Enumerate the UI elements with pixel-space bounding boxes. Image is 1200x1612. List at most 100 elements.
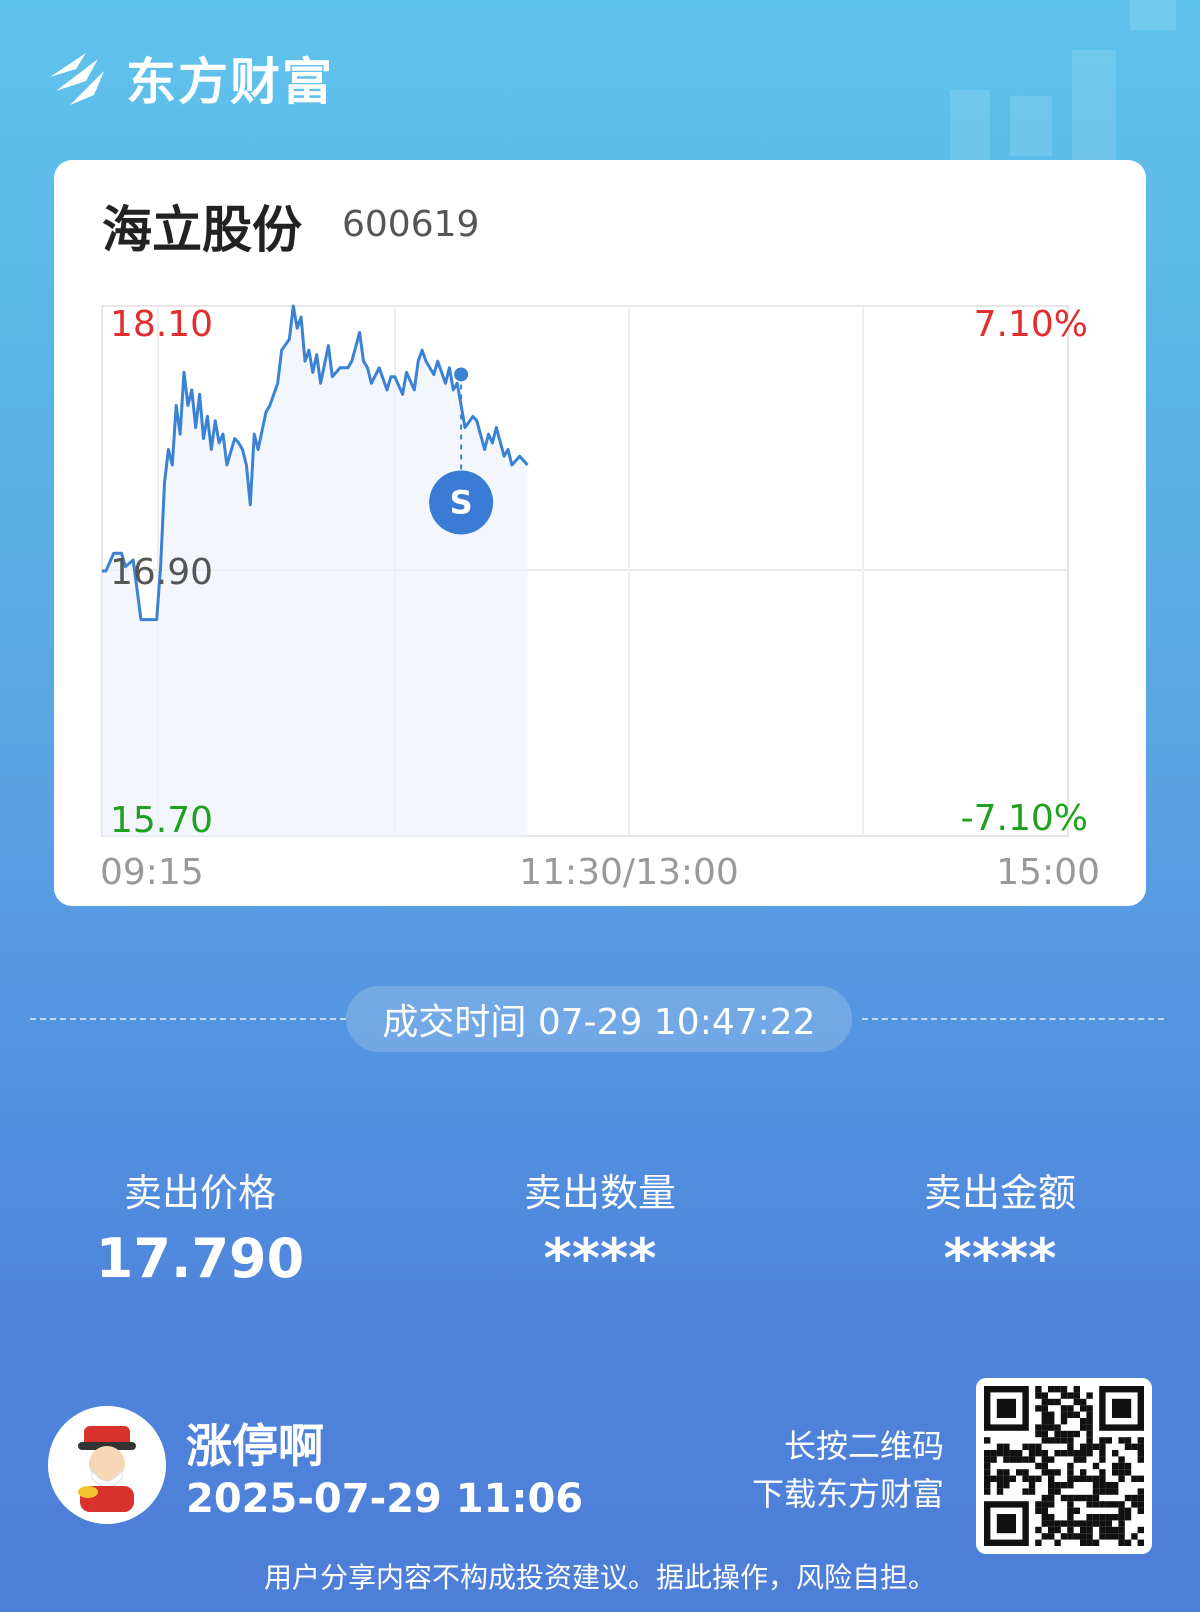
qr-module — [984, 1456, 991, 1463]
qr-module — [1022, 1443, 1029, 1450]
qr-module — [1035, 1526, 1042, 1534]
y-label-mid: 16.90 — [110, 552, 213, 593]
qr-module — [1092, 1514, 1100, 1521]
qr-module — [1099, 1482, 1106, 1489]
intraday-chart[interactable]: 18.10 16.90 15.70 7.10% -7.10% 09:15 11:… — [54, 160, 1146, 906]
qr-module — [1131, 1501, 1138, 1508]
qr-module — [1112, 1514, 1119, 1521]
qr-module — [1028, 1443, 1036, 1450]
stat-value: 17.790 — [95, 1227, 305, 1290]
qr-module — [1124, 1462, 1132, 1470]
avatar[interactable] — [48, 1406, 166, 1524]
qr-module — [1067, 1482, 1074, 1489]
decor-candle — [1010, 96, 1052, 156]
qr-module — [1092, 1520, 1100, 1527]
qr-module — [1099, 1475, 1106, 1482]
qr-module — [1118, 1437, 1125, 1444]
qr-module — [1086, 1437, 1093, 1444]
qr-module — [1080, 1539, 1087, 1546]
qr-module — [1035, 1386, 1042, 1393]
qr-module — [1105, 1520, 1112, 1527]
qr-module — [996, 1469, 1004, 1476]
qr-module — [1080, 1443, 1087, 1450]
qr-module — [1028, 1482, 1036, 1489]
qr-module — [1073, 1520, 1080, 1527]
qr-module — [990, 1475, 997, 1482]
qr-module — [984, 1462, 991, 1470]
qr-module — [1054, 1469, 1061, 1476]
qr-module — [1086, 1424, 1093, 1431]
qr-module — [1054, 1482, 1061, 1489]
qr-module — [1073, 1398, 1080, 1406]
qr-module — [1118, 1475, 1125, 1482]
qr-module — [1048, 1501, 1055, 1508]
qr-hint-line2: 下载东方财富 — [751, 1475, 944, 1513]
qr-module — [1041, 1405, 1048, 1412]
qr-module — [1067, 1411, 1074, 1418]
qr-module — [996, 1488, 1004, 1495]
qr-module — [1099, 1533, 1106, 1540]
qr-module — [1048, 1398, 1055, 1406]
qr-module — [1048, 1418, 1055, 1425]
user-name: 涨停啊 — [186, 1419, 324, 1473]
qr-module — [1073, 1430, 1080, 1438]
qr-module — [1112, 1533, 1119, 1540]
qr-module — [1124, 1514, 1132, 1521]
divider-right — [862, 1018, 1164, 1020]
qr-module — [990, 1456, 997, 1463]
qr-module — [1067, 1475, 1074, 1482]
avatar-icon — [48, 1406, 166, 1524]
qr-module — [1099, 1443, 1106, 1450]
qr-module — [1054, 1398, 1061, 1406]
qr-module — [1054, 1520, 1061, 1527]
qr-module — [990, 1450, 997, 1457]
qr-module — [1099, 1514, 1106, 1521]
sell-marker-label: S — [450, 483, 473, 521]
qr-module — [984, 1450, 991, 1457]
qr-module — [1067, 1430, 1074, 1438]
qr-hint: 长按二维码 下载东方财富 — [752, 1422, 944, 1518]
share-time: 2025-07-29 11:06 — [186, 1476, 584, 1522]
qr-module — [1016, 1469, 1023, 1476]
qr-module — [984, 1475, 991, 1482]
qr-module — [1080, 1475, 1087, 1482]
qr-module — [1099, 1526, 1106, 1534]
qr-module — [1060, 1450, 1068, 1457]
qr-module — [1022, 1456, 1029, 1463]
qr-finder — [1112, 1398, 1132, 1418]
qr-module — [1041, 1507, 1048, 1514]
qr-module — [1092, 1475, 1100, 1482]
qr-module — [1003, 1482, 1010, 1489]
qr-code-icon — [984, 1386, 1144, 1546]
qr-module — [1048, 1456, 1055, 1463]
qr-module — [1022, 1475, 1029, 1482]
qr-module — [1067, 1469, 1074, 1476]
qr-module — [1073, 1475, 1080, 1482]
qr-module — [1080, 1398, 1087, 1406]
qr-code[interactable] — [976, 1378, 1152, 1554]
qr-module — [1112, 1462, 1119, 1470]
qr-module — [1041, 1450, 1048, 1457]
brand-name: 东方财富 — [126, 53, 334, 111]
qr-module — [1035, 1405, 1042, 1412]
qr-module — [1092, 1488, 1100, 1495]
brand-logo: 东方财富 — [46, 46, 334, 111]
qr-module — [1009, 1475, 1016, 1482]
qr-module — [1099, 1520, 1106, 1527]
qr-module — [1060, 1494, 1068, 1502]
qr-module — [1060, 1418, 1068, 1425]
qr-module — [1054, 1430, 1061, 1438]
qr-finder — [996, 1398, 1016, 1418]
qr-module — [1041, 1437, 1048, 1444]
qr-module — [1105, 1482, 1112, 1489]
qr-module — [1041, 1469, 1048, 1476]
qr-module — [1073, 1533, 1080, 1540]
qr-module — [1124, 1507, 1132, 1514]
qr-module — [1099, 1456, 1106, 1463]
qr-module — [1080, 1520, 1087, 1527]
qr-module — [1041, 1520, 1048, 1527]
qr-module — [984, 1437, 991, 1444]
qr-module — [1035, 1501, 1042, 1508]
qr-module — [1105, 1526, 1112, 1534]
qr-module — [1131, 1533, 1138, 1540]
